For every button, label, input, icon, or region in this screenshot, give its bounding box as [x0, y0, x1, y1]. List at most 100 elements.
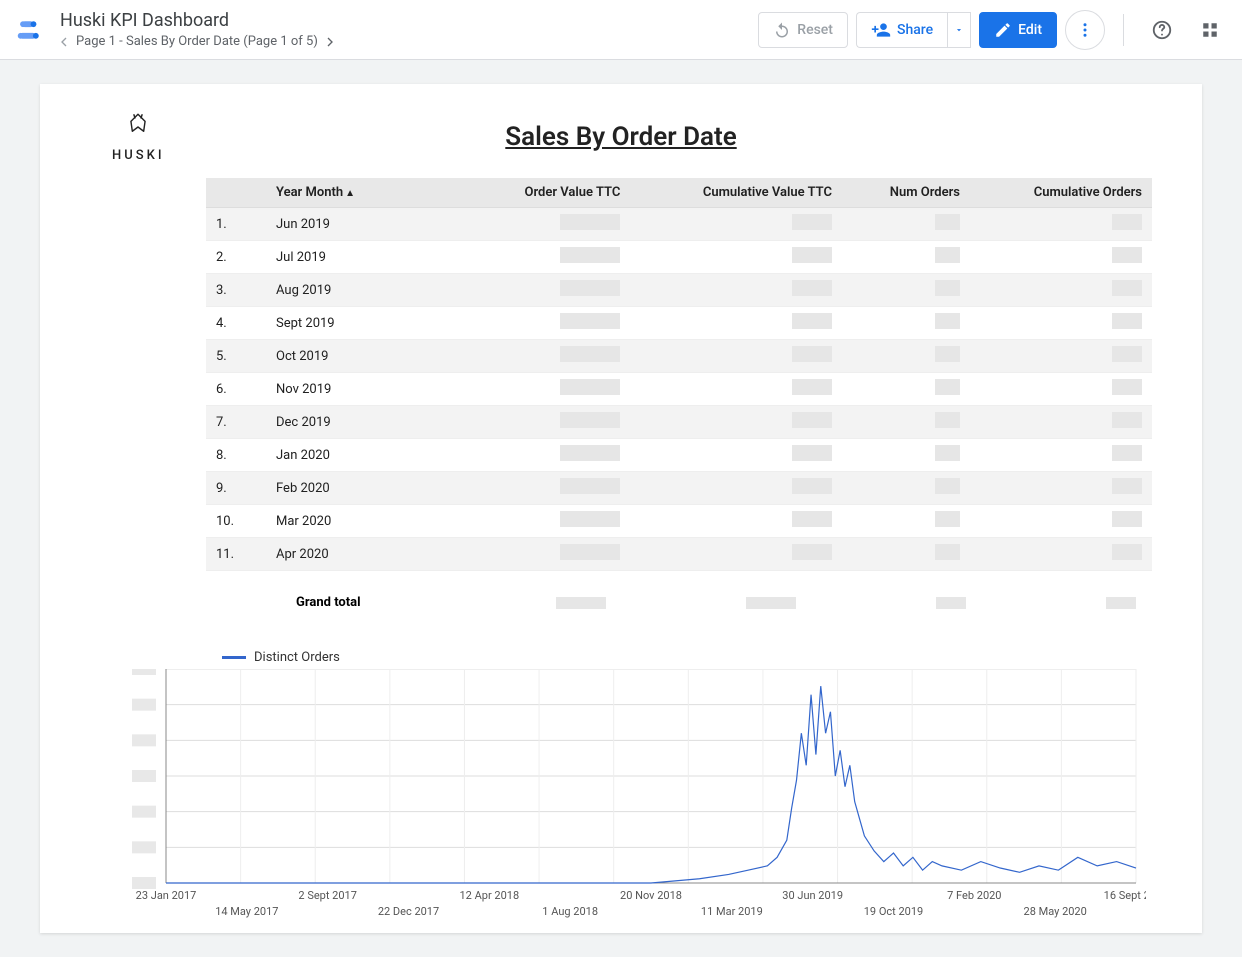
row-order-value — [466, 439, 630, 472]
row-cumulative-orders — [970, 538, 1152, 571]
svg-text:22 Dec 2017: 22 Dec 2017 — [378, 905, 439, 918]
col-cumulative-value[interactable]: Cumulative Value TTC — [630, 178, 842, 208]
row-cumulative-orders — [970, 241, 1152, 274]
col-num-orders[interactable]: Num Orders — [842, 178, 970, 208]
breadcrumb: Page 1 - Sales By Order Date (Page 1 of … — [56, 34, 758, 50]
legend-label: Distinct Orders — [254, 650, 340, 665]
help-button[interactable] — [1142, 10, 1182, 50]
grand-total-values — [466, 597, 1146, 609]
share-button[interactable]: Share — [856, 12, 947, 48]
row-cumulative-orders — [970, 373, 1152, 406]
row-index: 7. — [206, 406, 266, 439]
row-order-value — [466, 538, 630, 571]
table-row[interactable]: 1.Jun 2019 — [206, 208, 1152, 241]
row-cumulative-orders — [970, 406, 1152, 439]
canvas: HUSKI Sales By Order Date Year Month▲ Or… — [0, 60, 1242, 957]
row-cumulative-value — [630, 340, 842, 373]
undo-icon — [773, 21, 791, 39]
report-title[interactable]: Huski KPI Dashboard — [56, 10, 758, 32]
row-order-value — [466, 274, 630, 307]
chart-legend: Distinct Orders — [222, 650, 1146, 665]
row-num-orders — [842, 505, 970, 538]
row-cumulative-orders — [970, 340, 1152, 373]
row-num-orders — [842, 538, 970, 571]
chevron-right-icon[interactable] — [322, 34, 338, 50]
svg-text:19 Oct 2019: 19 Oct 2019 — [864, 905, 923, 918]
data-table[interactable]: Year Month▲ Order Value TTC Cumulative V… — [206, 178, 1152, 571]
row-cumulative-value — [630, 538, 842, 571]
row-cumulative-value — [630, 274, 842, 307]
row-order-value — [466, 505, 630, 538]
svg-text:11 Mar 2019: 11 Mar 2019 — [701, 905, 763, 918]
table-row[interactable]: 2.Jul 2019 — [206, 241, 1152, 274]
table-row[interactable]: 11.Apr 2020 — [206, 538, 1152, 571]
row-order-value — [466, 472, 630, 505]
row-year-month: Feb 2020 — [266, 472, 466, 505]
row-year-month: Oct 2019 — [266, 340, 466, 373]
col-cumulative-orders[interactable]: Cumulative Orders — [970, 178, 1152, 208]
row-cumulative-value — [630, 307, 842, 340]
share-button-group: Share — [856, 12, 971, 48]
line-chart[interactable]: 23 Jan 20172 Sept 201712 Apr 201820 Nov … — [126, 669, 1146, 929]
share-dropdown-button[interactable] — [947, 12, 971, 48]
row-cumulative-value — [630, 241, 842, 274]
row-year-month: Sept 2019 — [266, 307, 466, 340]
person-add-icon — [871, 20, 891, 40]
col-order-value[interactable]: Order Value TTC — [466, 178, 630, 208]
row-index: 8. — [206, 439, 266, 472]
svg-text:12 Apr 2018: 12 Apr 2018 — [460, 889, 520, 902]
row-order-value — [466, 373, 630, 406]
row-num-orders — [842, 373, 970, 406]
row-order-value — [466, 340, 630, 373]
row-num-orders — [842, 439, 970, 472]
report-page: HUSKI Sales By Order Date Year Month▲ Or… — [40, 84, 1202, 933]
breadcrumb-text[interactable]: Page 1 - Sales By Order Date (Page 1 of … — [72, 34, 322, 49]
row-cumulative-orders — [970, 472, 1152, 505]
more-options-button[interactable] — [1065, 10, 1105, 50]
row-index: 3. — [206, 274, 266, 307]
edit-button[interactable]: Edit — [979, 12, 1057, 48]
reset-button[interactable]: Reset — [758, 12, 848, 48]
row-num-orders — [842, 241, 970, 274]
chart-area: Distinct Orders 23 Jan 20172 Sept 201712… — [96, 650, 1146, 933]
row-cumulative-value — [630, 208, 842, 241]
row-num-orders — [842, 472, 970, 505]
row-cumulative-orders — [970, 274, 1152, 307]
redacted-value — [936, 597, 966, 609]
row-order-value — [466, 241, 630, 274]
table-row[interactable]: 4.Sept 2019 — [206, 307, 1152, 340]
svg-text:16 Sept 2020: 16 Sept 2020 — [1104, 889, 1146, 902]
share-label: Share — [897, 22, 933, 38]
row-index: 10. — [206, 505, 266, 538]
grand-total-label: Grand total — [206, 595, 466, 610]
table-row[interactable]: 10.Mar 2020 — [206, 505, 1152, 538]
row-cumulative-value — [630, 439, 842, 472]
app-header: Huski KPI Dashboard Page 1 - Sales By Or… — [0, 0, 1242, 60]
row-cumulative-orders — [970, 208, 1152, 241]
row-cumulative-value — [630, 505, 842, 538]
table-row[interactable]: 3.Aug 2019 — [206, 274, 1152, 307]
row-num-orders — [842, 274, 970, 307]
row-index: 9. — [206, 472, 266, 505]
row-order-value — [466, 406, 630, 439]
row-index: 4. — [206, 307, 266, 340]
row-index: 11. — [206, 538, 266, 571]
chevron-left-icon[interactable] — [56, 34, 72, 50]
row-index: 2. — [206, 241, 266, 274]
brand-name: HUSKI — [112, 148, 165, 163]
table-row[interactable]: 8.Jan 2020 — [206, 439, 1152, 472]
apps-grid-icon — [1201, 21, 1219, 39]
separator — [1123, 14, 1124, 46]
col-year-month[interactable]: Year Month▲ — [266, 178, 466, 208]
row-year-month: Aug 2019 — [266, 274, 466, 307]
table-row[interactable]: 5.Oct 2019 — [206, 340, 1152, 373]
apps-grid-button[interactable] — [1190, 10, 1230, 50]
help-icon — [1151, 19, 1173, 41]
table-row[interactable]: 6.Nov 2019 — [206, 373, 1152, 406]
table-row[interactable]: 9.Feb 2020 — [206, 472, 1152, 505]
datastudio-logo-icon — [12, 12, 48, 48]
row-num-orders — [842, 307, 970, 340]
table-row[interactable]: 7.Dec 2019 — [206, 406, 1152, 439]
header-actions: Reset Share Edit — [758, 10, 1230, 50]
row-num-orders — [842, 340, 970, 373]
